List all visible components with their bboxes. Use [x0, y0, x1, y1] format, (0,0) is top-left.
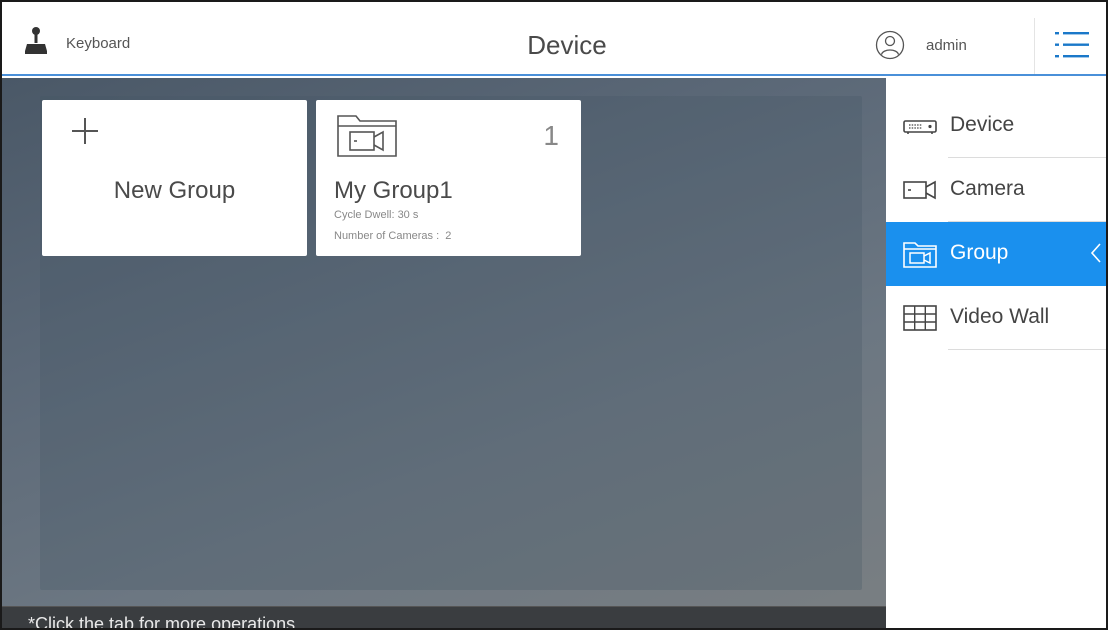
cycle-dwell-text: Cycle Dwell: 30 s: [334, 209, 419, 221]
sidebar-item-label: Video Wall: [950, 305, 1050, 328]
sidebar-item-device[interactable]: Device: [886, 94, 1106, 158]
group-count: 1: [543, 120, 559, 151]
new-group-label: New Group: [113, 177, 236, 204]
group-card[interactable]: 1 My Group1 Cycle Dwell: 30 s Number of …: [316, 100, 581, 256]
sidebar-item-camera[interactable]: Camera: [886, 158, 1106, 222]
header-bar: Keyboard Device admin: [2, 2, 1106, 76]
username-label[interactable]: admin: [926, 37, 967, 54]
status-bar: *Click the tab for more operations.: [2, 606, 886, 630]
sidebar-item-label: Device: [950, 113, 1015, 136]
user-icon[interactable]: [875, 30, 905, 60]
plus-icon: [72, 118, 98, 144]
group-folder-icon: [337, 115, 397, 157]
app-window: Keyboard Device admin New Group 1 My Gro…: [0, 0, 1108, 630]
sidebar-item-label: Group: [950, 241, 1009, 264]
hamburger-menu-icon: [1055, 32, 1089, 58]
camera-count-text: Number of Cameras : 2: [334, 230, 452, 242]
divider: [948, 349, 1106, 350]
menu-button[interactable]: [1034, 18, 1106, 74]
dvr-device-icon: [903, 120, 937, 134]
main-area: New Group 1 My Group1 Cycle Dwell: 30 s …: [2, 78, 886, 630]
video-wall-icon: [903, 305, 937, 331]
status-hint-text: *Click the tab for more operations.: [28, 614, 301, 630]
side-nav: Device Camera Group Video Wall: [886, 94, 1106, 628]
group-name: My Group1: [334, 177, 453, 204]
sidebar-item-video-wall[interactable]: Video Wall: [886, 286, 1106, 350]
chevron-left-icon: [1090, 243, 1101, 263]
camera-icon: [903, 180, 936, 200]
new-group-card[interactable]: New Group: [42, 100, 307, 256]
group-folder-icon: [903, 242, 937, 268]
sidebar-item-group[interactable]: Group: [886, 222, 1106, 286]
sidebar-item-label: Camera: [950, 177, 1025, 200]
